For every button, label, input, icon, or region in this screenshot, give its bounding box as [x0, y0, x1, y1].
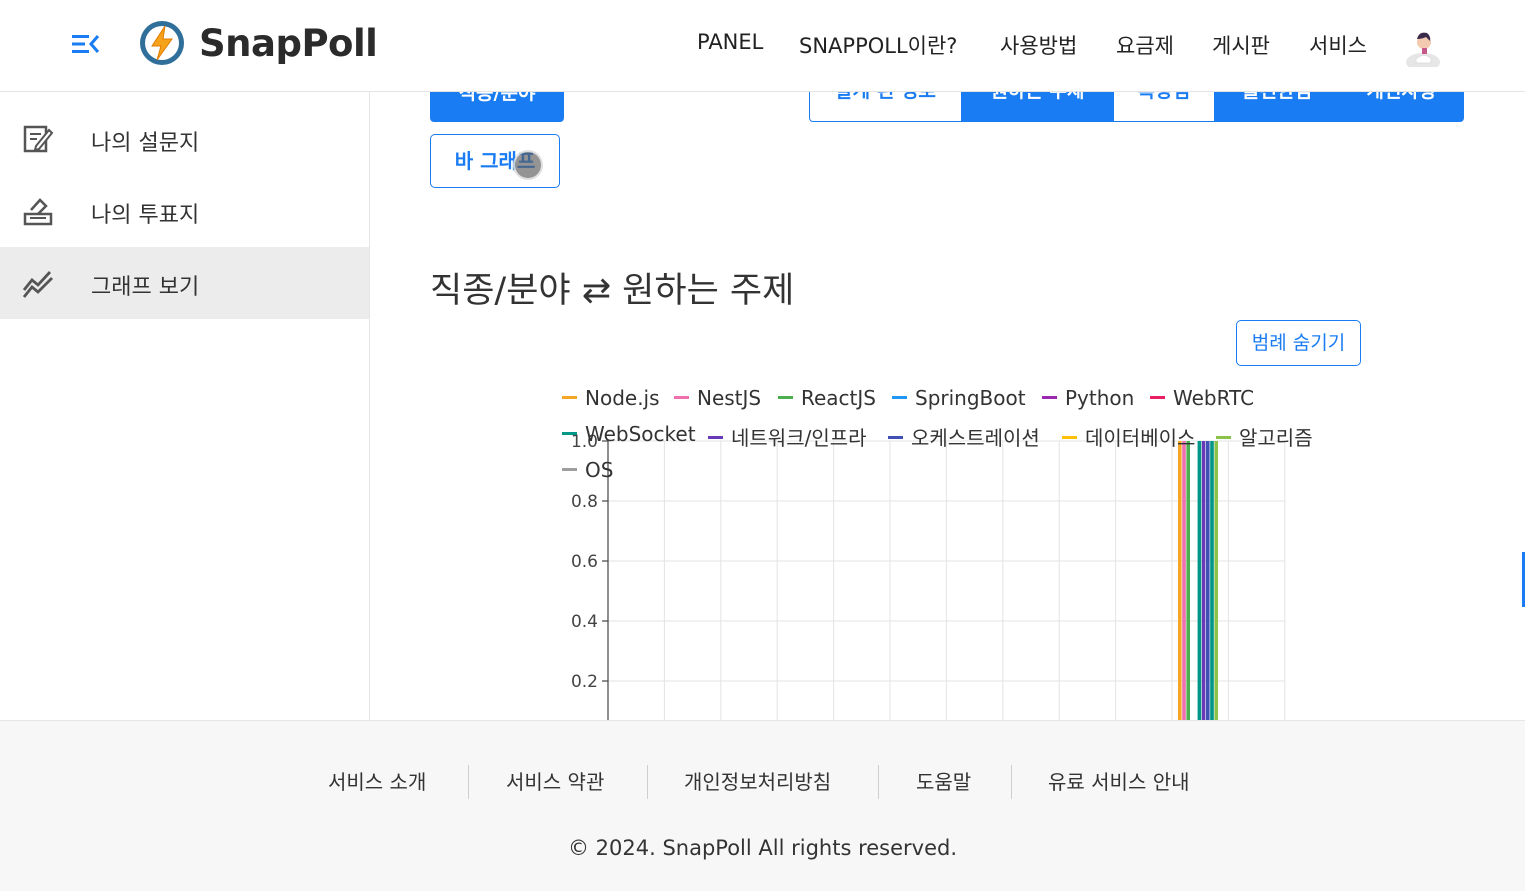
legend-label: NestJS — [697, 386, 762, 410]
ballot-box-icon — [23, 198, 53, 226]
category-button[interactable]: 직종/분야 — [430, 92, 564, 122]
legend-label: 오케스트레이션 — [911, 426, 1040, 450]
legend-item[interactable]: 데이터베이스 — [1062, 422, 1195, 451]
nav-how-to[interactable]: 사용방법 — [1000, 30, 1077, 60]
nav-pricing[interactable]: 요금제 — [1116, 30, 1174, 60]
tab-label: 알게 된 경로 — [835, 92, 936, 102]
sidebar-item-label: 나의 설문지 — [91, 131, 200, 156]
nav-panel[interactable]: PANEL — [697, 30, 763, 54]
legend-item[interactable]: NestJS — [674, 386, 761, 410]
legend-label: OS — [585, 458, 614, 482]
tab-label: 개선사항 — [1367, 92, 1437, 102]
footer-divider — [878, 765, 879, 799]
legend-swatch — [708, 436, 723, 439]
sidebar-item-my-surveys[interactable]: 나의 설문지 — [0, 103, 369, 175]
legend-label: Python — [1065, 386, 1135, 410]
bar — [1178, 441, 1182, 720]
tab-label: 불편한점 — [1242, 92, 1312, 102]
legend-swatch — [1042, 396, 1057, 399]
chart-title: 직종/분야 ⇄ 원하는 주제 — [430, 271, 795, 311]
sidebar-item-label: 나의 투표지 — [91, 203, 200, 228]
footer-link-help[interactable]: 도움말 — [916, 766, 971, 795]
legend-swatch — [1150, 396, 1165, 399]
sidebar-item-label: 그래프 보기 — [91, 275, 200, 300]
footer-divider — [647, 765, 648, 799]
sidebar-item-view-graphs[interactable]: 그래프 보기 — [0, 247, 369, 319]
legend-swatch — [778, 396, 793, 399]
legend-item[interactable]: Node.js — [562, 386, 660, 410]
legend-label: Node.js — [585, 386, 660, 410]
category-button-label: 직종/분야 — [458, 92, 536, 104]
menu-collapse-icon[interactable] — [70, 30, 100, 58]
legend-label: WebSocket — [585, 422, 696, 446]
bar — [1214, 441, 1218, 720]
tab-desired-topic[interactable]: 원하는 주제 — [962, 92, 1113, 122]
y-tick-label: 0.2 — [571, 672, 598, 692]
legend-label: 데이터베이스 — [1085, 426, 1196, 450]
bar — [1197, 441, 1202, 720]
y-tick-label: 0.6 — [571, 552, 598, 572]
legend-item[interactable]: OS — [562, 458, 613, 482]
bar — [1186, 441, 1190, 720]
y-tick-label: 0.8 — [571, 492, 598, 512]
chart-line-icon — [22, 271, 53, 298]
legend-swatch — [562, 468, 577, 471]
bar — [1206, 441, 1210, 720]
footer: 서비스 소개 서비스 약관 개인정보처리방침 도움말 유료 서비스 안내 © 2… — [0, 720, 1525, 891]
survey-edit-icon — [23, 125, 54, 153]
footer-link-service-intro[interactable]: 서비스 소개 — [328, 766, 426, 795]
tab-improvements[interactable]: 개선사항 — [1339, 92, 1464, 122]
tab-label: 원하는 주제 — [990, 92, 1084, 102]
sidebar: 나의 설문지 나의 투표지 그래프 보기 — [0, 92, 370, 720]
footer-link-privacy[interactable]: 개인정보처리방침 — [684, 766, 831, 795]
legend-item[interactable]: 오케스트레이션 — [888, 422, 1040, 451]
nav-service[interactable]: 서비스 — [1309, 30, 1367, 60]
footer-divider — [1011, 765, 1012, 799]
tab-inconveniences[interactable]: 불편한점 — [1215, 92, 1339, 122]
legend-swatch — [892, 396, 907, 399]
legend-swatch — [888, 436, 903, 439]
legend-swatch — [1216, 436, 1231, 439]
copyright: © 2024. SnapPoll All rights reserved. — [567, 836, 958, 860]
legend-swatch — [562, 396, 577, 399]
legend-swatch — [1062, 436, 1077, 439]
footer-link-paid-service[interactable]: 유료 서비스 안내 — [1048, 766, 1190, 795]
legend-label: WebRTC — [1173, 386, 1255, 410]
legend-label: 알고리즘 — [1239, 426, 1313, 450]
top-header: SnapPoll PANEL SNAPPOLL이란? 사용방법 요금제 게시판 … — [0, 0, 1525, 92]
snappoll-logo-icon[interactable] — [138, 19, 186, 67]
tab-strengths[interactable]: 특장점 — [1113, 92, 1215, 122]
legend-item[interactable]: 알고리즘 — [1216, 422, 1313, 451]
nav-about[interactable]: SNAPPOLL이란? — [799, 30, 957, 60]
sidebar-item-my-ballots[interactable]: 나의 투표지 — [0, 175, 369, 247]
tab-discovery-path[interactable]: 알게 된 경로 — [809, 92, 962, 122]
y-tick-label: 0.4 — [571, 612, 598, 632]
legend-swatch — [562, 432, 577, 435]
legend-toggle-button[interactable]: 범례 숨기기 — [1236, 320, 1361, 366]
nav-board[interactable]: 게시판 — [1212, 30, 1270, 60]
bar — [1182, 441, 1186, 720]
footer-divider — [468, 765, 469, 799]
legend-item[interactable]: SpringBoot — [892, 386, 1026, 410]
legend-label: 네트워크/인프라 — [731, 426, 867, 450]
user-avatar-icon[interactable] — [1402, 23, 1444, 67]
mouse-cursor-indicator — [513, 150, 543, 180]
legend-item[interactable]: WebSocket — [562, 422, 696, 446]
bar — [1201, 441, 1206, 720]
footer-link-terms[interactable]: 서비스 약관 — [506, 766, 604, 795]
legend-item[interactable]: 네트워크/인프라 — [708, 422, 867, 451]
bar-chart: 1.00.80.60.40.2 — [571, 432, 1286, 720]
legend-item[interactable]: ReactJS — [778, 386, 876, 410]
legend-label: ReactJS — [801, 386, 876, 410]
legend-item[interactable]: Python — [1042, 386, 1134, 410]
legend-label: SpringBoot — [915, 386, 1026, 410]
brand-name[interactable]: SnapPoll — [199, 22, 378, 65]
legend-item[interactable]: WebRTC — [1150, 386, 1254, 410]
bar — [1210, 441, 1214, 720]
tab-label: 특장점 — [1138, 92, 1190, 102]
main-content: 직종/분야 알게 된 경로 원하는 주제 특장점 불편한점 개선사항 바 그래프… — [370, 92, 1525, 720]
legend-swatch — [674, 396, 689, 399]
